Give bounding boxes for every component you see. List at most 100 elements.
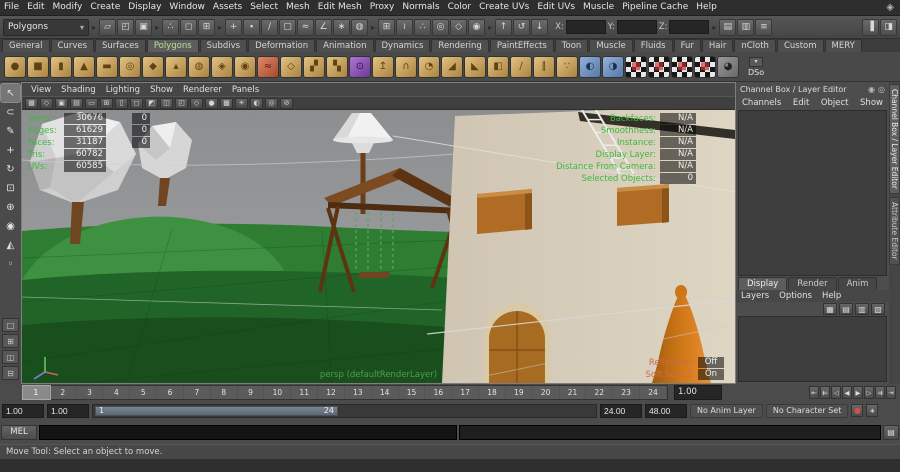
view-grid-icon[interactable]: ⊞ bbox=[100, 98, 113, 109]
frame-tick[interactable]: 24 bbox=[640, 386, 667, 399]
go-to-start-button[interactable]: ⇤ bbox=[809, 386, 819, 399]
open-scene-icon[interactable]: ◰ bbox=[117, 19, 134, 36]
frame-tick[interactable]: 23 bbox=[613, 386, 640, 399]
shelf-tab[interactable]: Muscle bbox=[589, 39, 632, 52]
go-to-end-button[interactable]: ⇥ bbox=[886, 386, 896, 399]
channel-list[interactable] bbox=[738, 110, 887, 276]
window-2[interactable] bbox=[617, 184, 669, 226]
playback-start-field[interactable] bbox=[47, 404, 89, 418]
show-editors-icon[interactable]: ◨ bbox=[880, 19, 897, 36]
frame-tick[interactable]: 19 bbox=[506, 386, 533, 399]
select-rendering-icon[interactable]: ◍ bbox=[351, 19, 368, 36]
poly-cone-icon[interactable]: ▲ bbox=[73, 56, 95, 78]
crease-tool-icon[interactable]: ▩ bbox=[648, 56, 670, 78]
menubar-corner-icon[interactable]: ◈ bbox=[886, 2, 894, 13]
shelf-tab[interactable]: Custom bbox=[777, 39, 824, 52]
render-settings-icon[interactable]: ≡ bbox=[755, 19, 772, 36]
poly-pipe-icon[interactable]: ◍ bbox=[188, 56, 210, 78]
shelf-tab[interactable]: Surfaces bbox=[95, 39, 146, 52]
outputs-from-selected-icon[interactable]: ↓ bbox=[531, 19, 548, 36]
frame-tick[interactable]: 20 bbox=[533, 386, 560, 399]
select-surfaces-icon[interactable]: ▢ bbox=[279, 19, 296, 36]
manipulator-mode-icon[interactable]: ◎ bbox=[878, 85, 885, 94]
mel-label[interactable]: MEL bbox=[1, 425, 37, 440]
merge-vertex-icon[interactable]: ∵ bbox=[556, 56, 578, 78]
viewport-menu[interactable]: Shading bbox=[56, 85, 101, 95]
boolean-icon[interactable]: ⊙ bbox=[349, 56, 371, 78]
frame-tick[interactable]: 15 bbox=[399, 386, 426, 399]
gate-mask-icon[interactable]: ◩ bbox=[145, 98, 158, 109]
range-end-handle[interactable]: 24 bbox=[324, 406, 334, 415]
sidebar-tab[interactable]: Attribute Editor bbox=[889, 197, 900, 265]
poly-plane-icon[interactable]: ▬ bbox=[96, 56, 118, 78]
frame-tick[interactable]: 16 bbox=[425, 386, 452, 399]
wedge-icon[interactable]: ◢ bbox=[441, 56, 463, 78]
make-live-icon[interactable]: ◉ bbox=[468, 19, 485, 36]
frame-tick[interactable]: 18 bbox=[479, 386, 506, 399]
construction-history-icon[interactable]: ↺ bbox=[513, 19, 530, 36]
shelf-tab[interactable]: Hair bbox=[702, 39, 733, 52]
shelf-tab[interactable]: Subdivs bbox=[200, 39, 247, 52]
move-tool-icon[interactable]: + bbox=[1, 141, 20, 159]
select-lines-icon[interactable]: ∕ bbox=[261, 19, 278, 36]
snap-to-grids-icon[interactable]: ⊞ bbox=[378, 19, 395, 36]
menubar-item[interactable]: Assets bbox=[209, 0, 246, 15]
group-collapse-icon[interactable]: ▸ bbox=[154, 23, 160, 32]
lasso-tool-icon[interactable]: ⊂ bbox=[1, 103, 20, 121]
shadows-icon[interactable]: ◐ bbox=[250, 98, 263, 109]
poly-helix-icon[interactable]: ◈ bbox=[211, 56, 233, 78]
step-back-key-button[interactable]: ◁ bbox=[831, 386, 841, 399]
channel-box-menu[interactable]: Channels bbox=[742, 98, 781, 108]
shelf-tab[interactable]: Dynamics bbox=[375, 39, 431, 52]
new-layer-from-selected-icon[interactable]: ▥ bbox=[855, 303, 869, 315]
frame-tick[interactable]: 11 bbox=[291, 386, 318, 399]
select-by-hierarchy-icon[interactable]: ∴ bbox=[162, 19, 179, 36]
snap-to-view-planes-icon[interactable]: ◇ bbox=[450, 19, 467, 36]
menubar-item[interactable]: Create bbox=[86, 0, 124, 15]
shelf-tab[interactable]: Toon bbox=[555, 39, 589, 52]
channel-box-menu[interactable]: Show bbox=[860, 98, 883, 108]
manipulator-speed-icon[interactable]: ◉ bbox=[868, 85, 875, 94]
layer-editor-menu[interactable]: Options bbox=[779, 291, 812, 301]
snap-to-curves-icon[interactable]: ≀ bbox=[396, 19, 413, 36]
bridge-icon[interactable]: ∩ bbox=[395, 56, 417, 78]
frame-tick[interactable]: 1 bbox=[23, 386, 50, 399]
menu-set-dropdown[interactable]: Polygons ▾ bbox=[3, 19, 89, 36]
new-empty-layer-icon[interactable]: ▤ bbox=[839, 303, 853, 315]
menubar-item[interactable]: Edit bbox=[23, 0, 48, 15]
layer-list[interactable] bbox=[738, 316, 887, 382]
render-current-frame-icon[interactable]: ▤ bbox=[719, 19, 736, 36]
shelf-tab[interactable]: General bbox=[2, 39, 50, 52]
select-joints-icon[interactable]: ∠ bbox=[315, 19, 332, 36]
menubar-item[interactable]: Proxy bbox=[366, 0, 399, 15]
current-time-field[interactable]: 1.00 bbox=[674, 385, 722, 400]
poly-soccer-ball-icon[interactable]: ◉ bbox=[234, 56, 256, 78]
append-polygon-icon[interactable]: ◔ bbox=[418, 56, 440, 78]
menubar-item[interactable]: Help bbox=[692, 0, 721, 15]
paint-selection-tool-icon[interactable]: ✎ bbox=[1, 122, 20, 140]
combine-icon[interactable]: ▞ bbox=[303, 56, 325, 78]
menubar-item[interactable]: Mesh bbox=[282, 0, 314, 15]
layer-editor-tab[interactable]: Display bbox=[738, 277, 787, 290]
poly-cube-icon[interactable]: ■ bbox=[27, 56, 49, 78]
rotate-tool-icon[interactable]: ↻ bbox=[1, 160, 20, 178]
frame-tick[interactable]: 21 bbox=[560, 386, 587, 399]
menubar-item[interactable]: Window bbox=[165, 0, 209, 15]
shelf-custom-button[interactable]: ▾ DSo bbox=[748, 57, 764, 77]
poly-pyramid-icon[interactable]: ▴ bbox=[165, 56, 187, 78]
select-dynamics-icon[interactable]: ∗ bbox=[333, 19, 350, 36]
select-handles-icon[interactable]: + bbox=[225, 19, 242, 36]
script-editor-icon[interactable]: ▤ bbox=[883, 425, 899, 440]
shelf-tab[interactable]: Polygons bbox=[147, 39, 199, 52]
last-tool-icon[interactable]: ◦ bbox=[1, 255, 20, 273]
layer-sort-icon[interactable]: ▧ bbox=[871, 303, 885, 315]
shelf-tab[interactable]: Rendering bbox=[431, 39, 488, 52]
frame-tick[interactable]: 3 bbox=[77, 386, 104, 399]
shelf-tab[interactable]: Fluids bbox=[634, 39, 673, 52]
xray-icon[interactable]: ⊘ bbox=[280, 98, 293, 109]
shelf-tab[interactable]: Deformation bbox=[248, 39, 315, 52]
shelf-tab[interactable]: Animation bbox=[316, 39, 373, 52]
frame-tick[interactable]: 9 bbox=[238, 386, 265, 399]
viewport-menu[interactable]: Panels bbox=[227, 85, 264, 95]
group-collapse-icon[interactable]: ▸ bbox=[487, 23, 493, 32]
